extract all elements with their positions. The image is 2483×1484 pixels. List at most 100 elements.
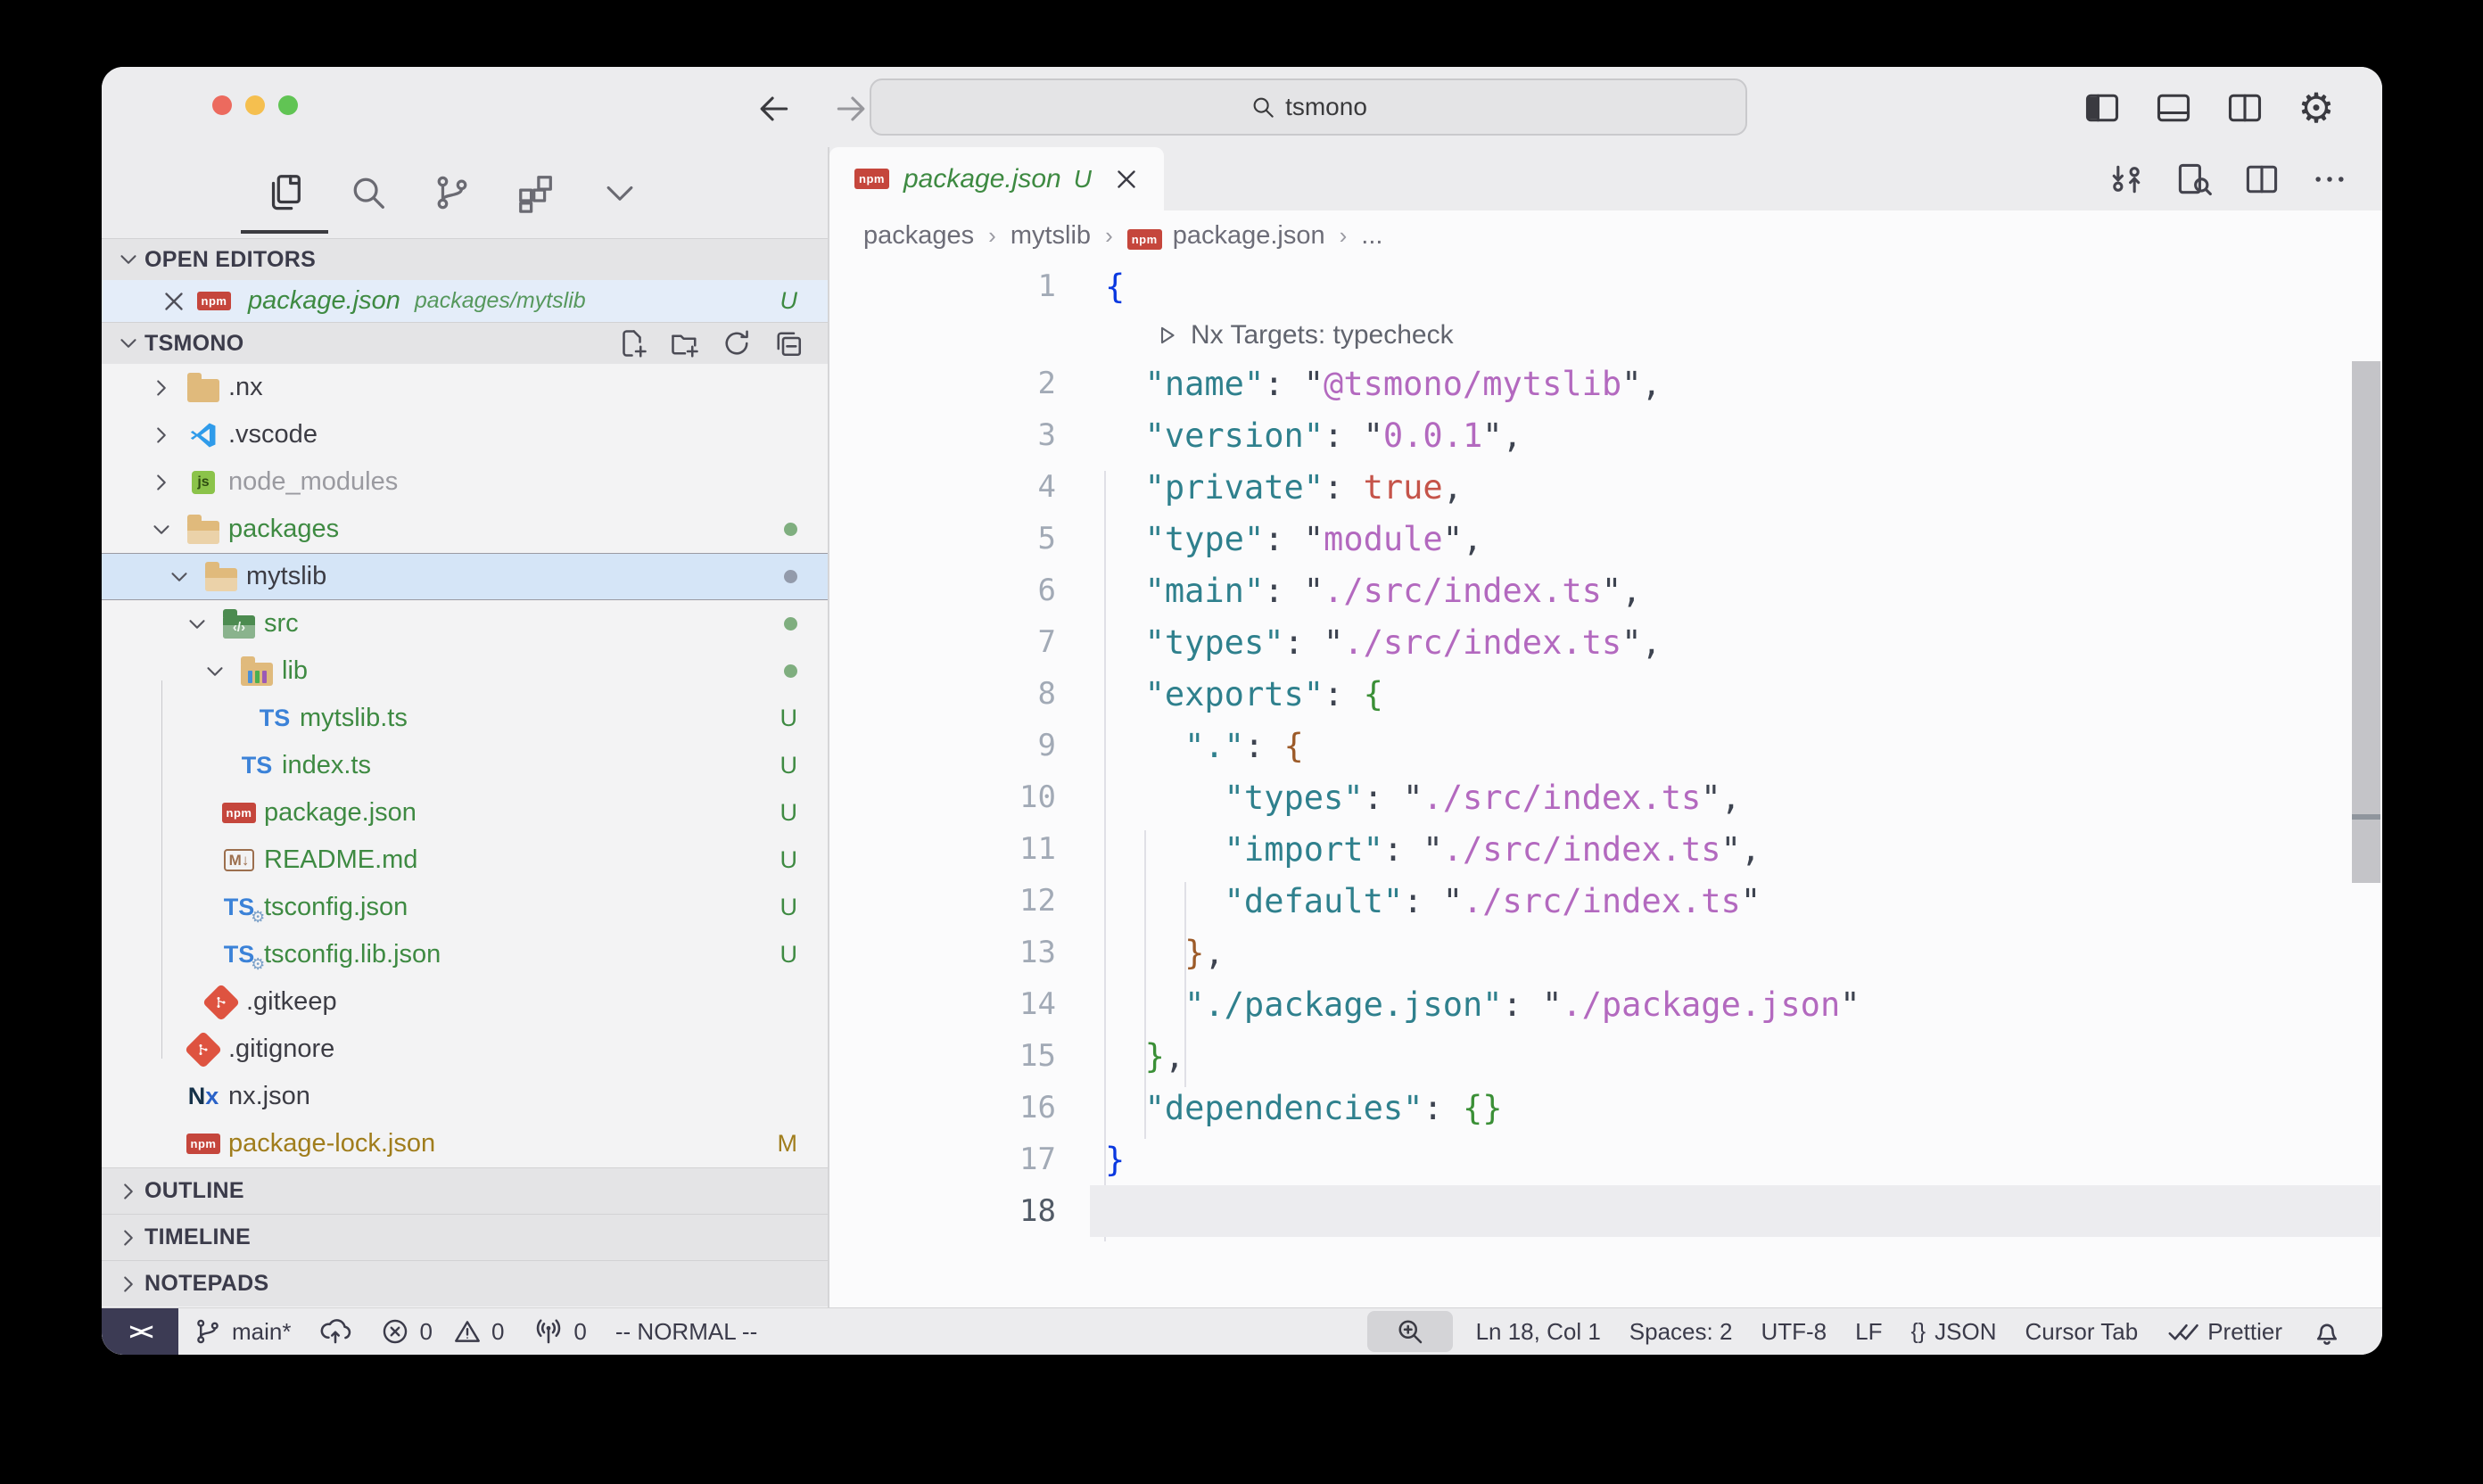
code-line-17[interactable]: 17}: [829, 1134, 2382, 1185]
tree-item--gitignore[interactable]: .gitignore: [102, 1026, 828, 1073]
code-line-11[interactable]: 11 "import": "./src/index.ts",: [829, 823, 2382, 875]
folder-open-icon: [187, 521, 219, 544]
code-line-6[interactable]: 6 "main": "./src/index.ts",: [829, 565, 2382, 616]
codelens-nx-targets[interactable]: Nx Targets: typecheck: [829, 312, 2382, 358]
open-preview-button[interactable]: [2174, 159, 2215, 200]
code-line-8[interactable]: 8 "exports": {: [829, 668, 2382, 720]
code-line-13[interactable]: 13 },: [829, 927, 2382, 978]
chevron-down-icon[interactable]: [159, 559, 200, 595]
breadcrumb-item[interactable]: mytslib: [1011, 221, 1091, 251]
tree-item-mytslib-ts[interactable]: TSmytslib.tsU: [102, 695, 828, 742]
command-center-search[interactable]: tsmono: [870, 78, 1747, 136]
status-item[interactable]: Ln 18, Col 1: [1462, 1308, 1615, 1355]
line-number: 16: [829, 1090, 1056, 1125]
tab-package-json[interactable]: npm package.json U: [829, 147, 1164, 210]
tree-item--vscode[interactable]: .vscode: [102, 411, 828, 458]
activity-extensions[interactable]: [514, 166, 558, 219]
section-notepads[interactable]: NOTEPADS: [102, 1260, 828, 1307]
tree-item--gitkeep[interactable]: .gitkeep: [102, 978, 828, 1026]
code-line-15[interactable]: 15 },: [829, 1030, 2382, 1082]
tree-item-nx-json[interactable]: Nxnx.json: [102, 1073, 828, 1120]
status-item[interactable]: -- NORMAL --: [601, 1308, 771, 1355]
code-editor[interactable]: 1{Nx Targets: typecheck2 "name": "@tsmon…: [829, 260, 2382, 1237]
tree-item-index-ts[interactable]: TSindex.tsU: [102, 742, 828, 789]
close-editor-icon[interactable]: [155, 283, 193, 320]
tree-item-node-modules[interactable]: jsnode_modules: [102, 458, 828, 506]
code-line-4[interactable]: 4 "private": true,: [829, 461, 2382, 513]
split-editor-button[interactable]: [2241, 159, 2282, 200]
tree-item-README-md[interactable]: M↓README.mdU: [102, 837, 828, 884]
npm-icon: npm: [193, 284, 235, 319]
breadcrumb-item[interactable]: npmpackage.json: [1127, 221, 1325, 251]
tree-item-lib[interactable]: lib: [102, 647, 828, 695]
history-back-button[interactable]: [751, 87, 796, 131]
code-line-14[interactable]: 14 "./package.json": "./package.json": [829, 978, 2382, 1030]
tree-item-tsconfig-json[interactable]: TS⚙tsconfig.jsonU: [102, 884, 828, 931]
chevron-right-icon[interactable]: [141, 465, 182, 500]
sync-status[interactable]: [305, 1308, 366, 1355]
chevron-right-icon[interactable]: [141, 417, 182, 453]
chevron-down-icon[interactable]: [141, 512, 182, 548]
tree-item-package-lock-json[interactable]: npmpackage-lock.jsonM: [102, 1120, 828, 1167]
status-item[interactable]: Spaces: 2: [1615, 1308, 1747, 1355]
minimize-window-button[interactable]: [245, 95, 265, 115]
git-branch-status[interactable]: main*: [178, 1308, 305, 1355]
status-item[interactable]: LF: [1841, 1308, 1896, 1355]
editor-scrollbar-thumb[interactable]: [2352, 361, 2380, 883]
chevron-down-icon[interactable]: [177, 606, 218, 642]
open-editor-item[interactable]: npm package.json packages/mytslib U: [102, 280, 828, 322]
breadcrumb-item[interactable]: ...: [1361, 221, 1382, 251]
code-line-7[interactable]: 7 "types": "./src/index.ts",: [829, 616, 2382, 668]
layout-panel-button[interactable]: [2150, 85, 2197, 131]
more-actions-button[interactable]: [2309, 159, 2350, 200]
problems-status[interactable]: 00: [366, 1308, 518, 1355]
zoom-indicator[interactable]: [1367, 1311, 1453, 1352]
activity-explorer[interactable]: [262, 166, 307, 219]
activity-source-control[interactable]: [430, 166, 474, 219]
close-tab-icon[interactable]: [1111, 161, 1143, 197]
activity-more[interactable]: [598, 166, 642, 219]
tree-item-packages[interactable]: packages: [102, 506, 828, 553]
settings-gear-button[interactable]: ⚙: [2293, 85, 2339, 131]
new-folder-button[interactable]: [667, 326, 703, 361]
code-line-18[interactable]: 18: [829, 1185, 2382, 1237]
tree-item--nx[interactable]: .nx: [102, 364, 828, 411]
chevron-down-icon[interactable]: [194, 654, 235, 689]
open-changes-button[interactable]: [2106, 159, 2147, 200]
tree-item-src[interactable]: ‹/›src: [102, 600, 828, 647]
code-line-10[interactable]: 10 "types": "./src/index.ts",: [829, 771, 2382, 823]
close-window-button[interactable]: [212, 95, 232, 115]
layout-split-button[interactable]: [2222, 85, 2268, 131]
open-editors-header[interactable]: OPEN EDITORS: [102, 238, 828, 280]
status-item[interactable]: UTF-8: [1746, 1308, 1841, 1355]
chevron-right-icon[interactable]: [141, 370, 182, 406]
ports-status[interactable]: 0: [518, 1308, 600, 1355]
notifications-bell[interactable]: [2297, 1308, 2357, 1355]
new-file-button[interactable]: [615, 326, 651, 361]
tree-item-mytslib[interactable]: mytslib: [102, 553, 828, 600]
breadcrumb-item[interactable]: packages: [863, 221, 974, 251]
code-line-9[interactable]: 9 ".": {: [829, 720, 2382, 771]
section-timeline[interactable]: TIMELINE: [102, 1214, 828, 1260]
remote-indicator[interactable]: ><: [102, 1308, 178, 1355]
language-mode[interactable]: {}JSON: [1896, 1308, 2010, 1355]
activity-search[interactable]: [346, 166, 391, 219]
history-forward-button[interactable]: [829, 87, 874, 131]
code-line-1[interactable]: 1{: [829, 260, 2382, 312]
screen: tsmono ⚙ OPEN EDITORS npm package.json p…: [0, 0, 2483, 1484]
status-item[interactable]: Cursor Tab: [2011, 1308, 2153, 1355]
maximize-window-button[interactable]: [278, 95, 298, 115]
code-line-12[interactable]: 12 "default": "./src/index.ts": [829, 875, 2382, 927]
code-line-5[interactable]: 5 "type": "module",: [829, 513, 2382, 565]
code-line-3[interactable]: 3 "version": "0.0.1",: [829, 409, 2382, 461]
code-line-16[interactable]: 16 "dependencies": {}: [829, 1082, 2382, 1134]
collapse-all-button[interactable]: [771, 326, 806, 361]
tree-item-package-json[interactable]: npmpackage.jsonU: [102, 789, 828, 837]
refresh-button[interactable]: [719, 326, 755, 361]
code-line-2[interactable]: 2 "name": "@tsmono/mytslib",: [829, 358, 2382, 409]
formatter-status[interactable]: Prettier: [2152, 1308, 2297, 1355]
explorer-header[interactable]: TSMONO: [102, 322, 828, 364]
tree-item-tsconfig-lib-json[interactable]: TS⚙tsconfig.lib.jsonU: [102, 931, 828, 978]
section-outline[interactable]: OUTLINE: [102, 1167, 828, 1214]
layout-sidebar-button[interactable]: [2079, 85, 2125, 131]
